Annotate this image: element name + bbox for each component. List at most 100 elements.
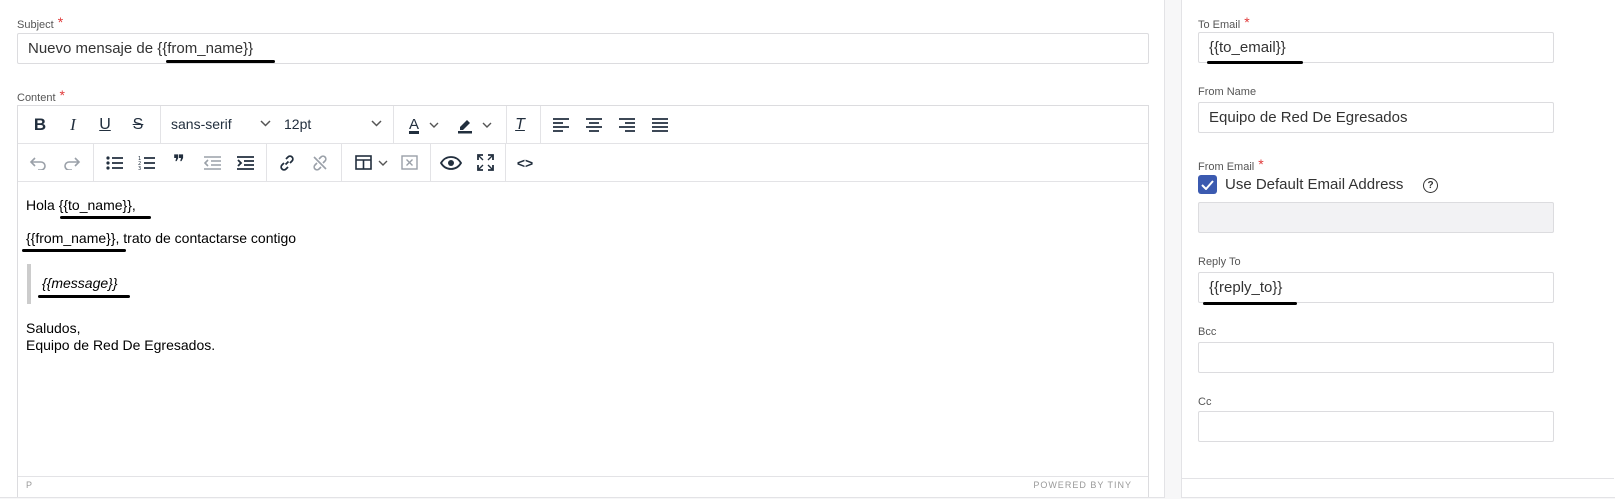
use-default-email-label[interactable]: Use Default Email Address — [1225, 176, 1403, 193]
toolbar-separator — [430, 144, 431, 181]
statusbar-path: P — [26, 480, 34, 490]
align-left-button[interactable] — [551, 112, 571, 137]
align-right-icon — [619, 117, 635, 132]
close-box-icon — [400, 155, 418, 170]
subject-label-text: Subject — [17, 19, 54, 31]
from-name-input[interactable]: Equipo de Red De Egresados — [1198, 102, 1554, 133]
content-label-text: Content — [17, 92, 56, 104]
powered-by-label[interactable]: POWERED BY TINY — [1033, 480, 1132, 490]
align-right-button[interactable] — [617, 112, 637, 137]
remove-button[interactable] — [399, 150, 419, 175]
bold-button[interactable]: B — [30, 112, 50, 137]
required-mark: * — [1258, 156, 1264, 172]
greeting-suffix: , — [131, 197, 136, 213]
indent-icon — [236, 155, 254, 170]
table-button[interactable] — [351, 150, 391, 175]
fullscreen-button[interactable] — [475, 150, 495, 175]
chevron-down-icon — [429, 122, 439, 128]
unlink-button[interactable] — [310, 150, 330, 175]
italic-icon: I — [70, 114, 76, 134]
editor-content[interactable]: Hola {{to_name}}, {{from_name}}, trato d… — [18, 182, 1148, 482]
font-size-select[interactable]: 12pt — [277, 106, 393, 143]
font-family-value: sans-serif — [171, 116, 232, 132]
clear-formatting-button[interactable]: T — [510, 112, 530, 137]
chevron-down-icon — [378, 160, 387, 166]
toolbar-separator — [505, 144, 506, 181]
highlighter-icon — [458, 119, 472, 133]
redo-button[interactable] — [62, 150, 82, 175]
code-icon: <> — [516, 154, 534, 171]
checkbox-label-text: Use Default Email Address — [1225, 176, 1404, 193]
subject-value: Nuevo mensaje de {{from_name}} — [28, 40, 254, 57]
toolbar-separator — [266, 144, 267, 181]
content-closing: Saludos, — [26, 320, 80, 336]
message-placeholder: {{message}} — [42, 275, 118, 291]
annotation-underline — [60, 216, 151, 219]
redo-icon — [64, 156, 81, 170]
to-email-value: {{to_email}} — [1209, 39, 1286, 56]
to-email-label: To Email * — [1198, 14, 1250, 31]
text-color-button[interactable]: A — [402, 112, 446, 137]
undo-icon — [29, 156, 46, 170]
reply-to-label: Reply To — [1198, 256, 1241, 268]
content-message: {{message}} — [42, 275, 118, 291]
align-center-button[interactable] — [584, 112, 604, 137]
blockquote-icon: ❞ — [173, 152, 185, 174]
numbered-list-icon: 123 — [138, 156, 155, 170]
source-code-button[interactable]: <> — [515, 150, 535, 175]
to-email-input[interactable]: {{to_email}} — [1198, 32, 1554, 63]
chevron-down-icon — [371, 120, 382, 127]
eye-icon — [440, 155, 462, 170]
from-name-placeholder: {{from_name}} — [26, 230, 116, 246]
toolbar-separator — [540, 106, 541, 143]
unlink-icon — [313, 154, 327, 171]
align-justify-button[interactable] — [650, 112, 670, 137]
required-mark: * — [59, 87, 65, 103]
to-email-label-text: To Email — [1198, 19, 1241, 31]
preview-button[interactable] — [440, 150, 462, 175]
bullet-list-button[interactable] — [104, 150, 124, 175]
undo-button[interactable] — [28, 150, 48, 175]
annotation-underline — [1203, 302, 1297, 305]
closing-text: Saludos, — [26, 320, 81, 336]
numbered-list-button[interactable]: 123 — [136, 150, 156, 175]
highlight-color-button[interactable] — [452, 112, 496, 137]
intro-suffix: , trato de contactarse contigo — [115, 230, 297, 246]
italic-button[interactable]: I — [63, 112, 83, 137]
help-icon[interactable]: ? — [1423, 178, 1438, 193]
indent-button[interactable] — [235, 150, 255, 175]
from-name-value: Equipo de Red De Egresados — [1209, 109, 1408, 126]
font-size-value: 12pt — [284, 116, 312, 132]
strikethrough-icon: S — [132, 115, 144, 133]
help-glyph: ? — [1427, 180, 1434, 191]
bcc-input[interactable] — [1198, 342, 1554, 373]
bold-icon: B — [33, 114, 47, 134]
font-family-select[interactable]: sans-serif — [161, 106, 277, 143]
insert-link-button[interactable] — [277, 150, 297, 175]
outdent-button[interactable] — [202, 150, 222, 175]
clear-formatting-icon: T — [515, 115, 525, 133]
underline-icon: U — [99, 115, 111, 133]
content-label: Content * — [17, 87, 65, 104]
link-icon — [280, 154, 294, 171]
content-greeting: Hola {{to_name}}, — [26, 197, 136, 213]
toolbar-separator — [341, 144, 342, 181]
bcc-label-text: Bcc — [1198, 326, 1217, 338]
cc-input[interactable] — [1198, 411, 1554, 442]
strikethrough-button[interactable]: S — [128, 112, 148, 137]
annotation-underline — [38, 295, 130, 298]
toolbar-separator — [93, 144, 94, 181]
from-name-label: From Name — [1198, 86, 1256, 98]
toolbar-separator — [393, 106, 394, 143]
use-default-email-checkbox[interactable] — [1198, 175, 1217, 194]
reply-to-input[interactable]: {{reply_to}} — [1198, 272, 1554, 303]
content-intro: {{from_name}}, trato de contactarse cont… — [26, 230, 296, 246]
from-email-input — [1198, 202, 1554, 233]
underline-button[interactable]: U — [95, 112, 115, 137]
from-email-label: From Email * — [1198, 156, 1264, 173]
svg-text:3: 3 — [138, 166, 141, 170]
blockquote-button[interactable]: ❞ — [169, 150, 189, 175]
bullet-list-icon — [105, 155, 123, 170]
outdent-icon — [203, 155, 221, 170]
text-color-icon: A — [408, 116, 419, 133]
